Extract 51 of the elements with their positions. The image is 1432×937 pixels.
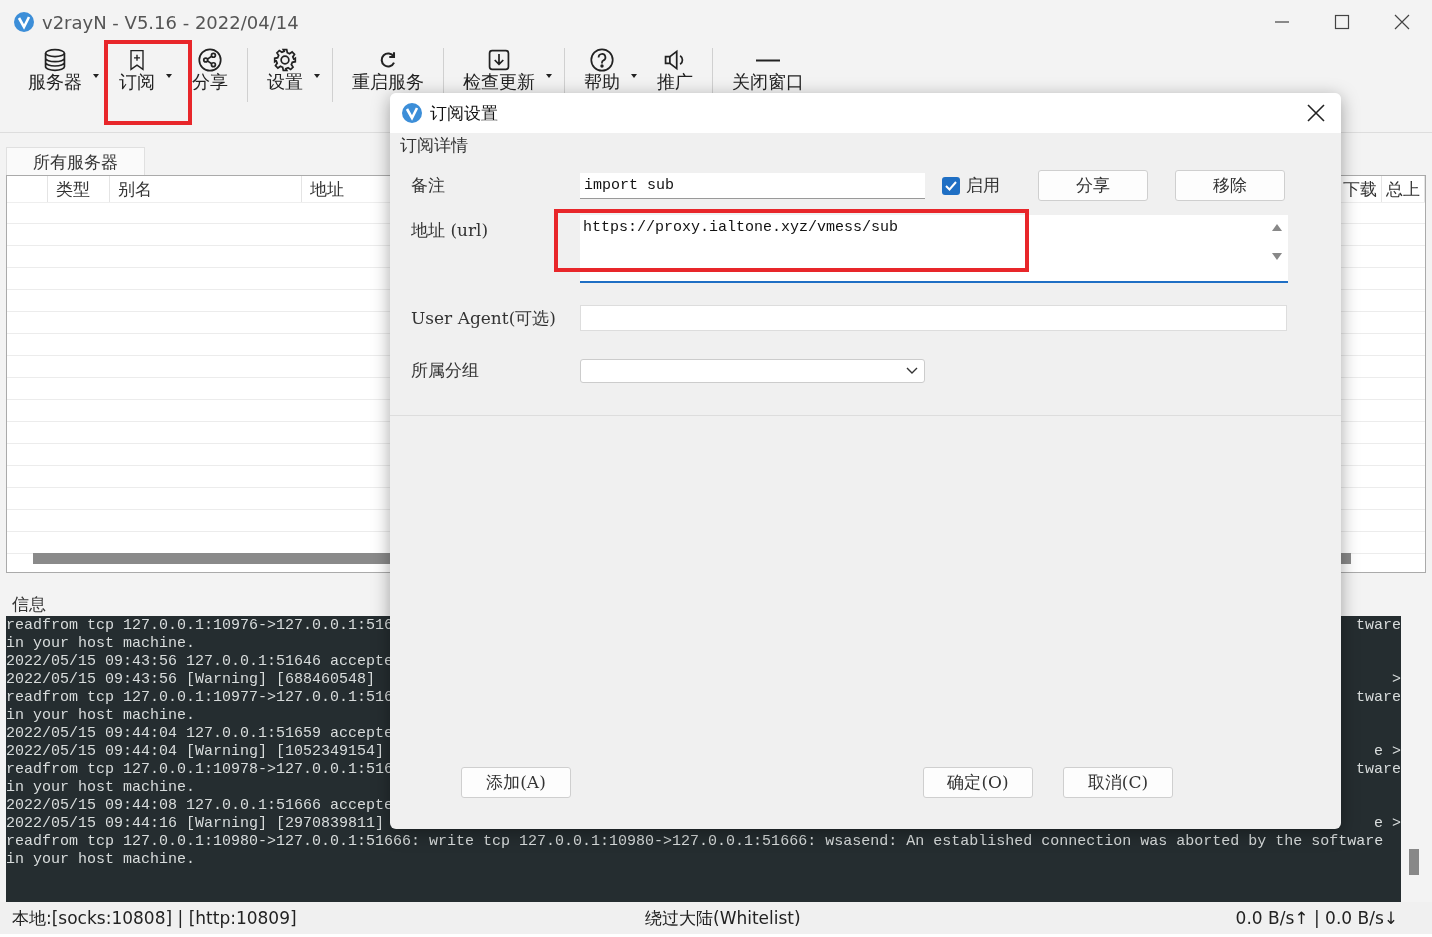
log-line: in your host machine. bbox=[6, 635, 196, 653]
toolbar-button[interactable]: 服务器 bbox=[17, 44, 93, 108]
log-line: readfrom tcp 127.0.0.1:10980->127.0.0.1:51666: write tcp 127.0.0.1:10980->127.0.0.1:51666: wsasend: An established connection was aborted by the software bbox=[6, 833, 1384, 851]
log-line: 2022/05/15 09:44:04 127.0.0.1:51659 accepte bbox=[6, 725, 394, 743]
toolbar-button[interactable]: 推广 bbox=[646, 44, 704, 108]
dialog-button[interactable]: 取消(C) bbox=[1063, 767, 1173, 798]
log-line: 2022/05/15 09:43:56 [Warning] [688460548] bbox=[6, 671, 376, 689]
checkbox-label: 启用 bbox=[966, 174, 1000, 197]
dialog-button[interactable]: 分享 bbox=[1038, 170, 1148, 201]
dialog-button[interactable]: 移除 bbox=[1175, 170, 1285, 201]
input-field[interactable]: https://proxy.ialtone.xyz/vmess/sub bbox=[580, 215, 1288, 283]
dialog-button[interactable]: 添加(A) bbox=[461, 767, 571, 798]
column-header[interactable]: 类型 bbox=[48, 176, 110, 202]
dialog-button[interactable]: 确定(O) bbox=[923, 767, 1033, 798]
log-line: in your host machine. bbox=[6, 851, 196, 869]
tab[interactable]: 所有服务器 bbox=[6, 147, 145, 175]
toolbar-button[interactable]: 分享 bbox=[181, 44, 239, 108]
log-line: readfrom tcp 127.0.0.1:10976->127.0.0.1:516 bbox=[6, 617, 394, 635]
field-label: 备注 bbox=[411, 174, 446, 197]
column-header[interactable]: 别名 bbox=[110, 176, 302, 202]
checkbox[interactable]: 启用 bbox=[942, 174, 1000, 197]
log-line: tware bbox=[1356, 689, 1401, 707]
log-line: e > bbox=[1374, 815, 1401, 833]
field-label: User Agent(可选) bbox=[411, 307, 557, 330]
log-line: 2022/05/15 09:44:16 [Warning] [2970839811] bbox=[6, 815, 385, 833]
status-text: 绕过大陆(Whitelist) bbox=[645, 906, 802, 930]
field-label: 地址 (url) bbox=[411, 219, 490, 242]
log-line: e > bbox=[1374, 743, 1401, 761]
log-line: > bbox=[1392, 671, 1401, 689]
log-line: 2022/05/15 09:44:08 127.0.0.1:51666 accepte bbox=[6, 797, 394, 815]
column-header[interactable]: 总上 bbox=[1382, 176, 1425, 202]
toolbar-button[interactable]: 关闭窗口 bbox=[721, 44, 815, 108]
window-title: v2rayN - V5.16 - 2022/04/14 bbox=[42, 11, 300, 33]
log-line: tware bbox=[1356, 617, 1401, 635]
toolbar-button[interactable]: 帮助 bbox=[573, 44, 631, 108]
field-label: 所属分组 bbox=[411, 359, 480, 382]
toolbar-button[interactable]: 订阅 bbox=[108, 44, 166, 108]
log-line: readfrom tcp 127.0.0.1:10977->127.0.0.1:516 bbox=[6, 689, 394, 707]
input-field[interactable]: import sub bbox=[580, 172, 925, 199]
group-title: 订阅详情 bbox=[400, 135, 468, 155]
log-line: readfrom tcp 127.0.0.1:10978->127.0.0.1:516 bbox=[6, 761, 394, 779]
toolbar-button[interactable]: 设置 bbox=[256, 44, 314, 108]
log-line: in your host machine. bbox=[6, 707, 196, 725]
status-text: 0.0 B/s↑ | 0.0 B/s↓ bbox=[1235, 908, 1398, 928]
log-line: tware bbox=[1356, 761, 1401, 779]
panel-title: 信息 bbox=[11, 594, 47, 616]
log-line: 2022/05/15 09:43:56 127.0.0.1:51646 accepte bbox=[6, 653, 394, 671]
dialog-title: 订阅设置 bbox=[430, 101, 499, 125]
log-line: 2022/05/15 09:44:04 [Warning] [1052349154] bbox=[6, 743, 385, 761]
log-line: in your host machine. bbox=[6, 779, 196, 797]
status-text: 本地:[socks:10808] | [http:10809] bbox=[12, 906, 298, 930]
